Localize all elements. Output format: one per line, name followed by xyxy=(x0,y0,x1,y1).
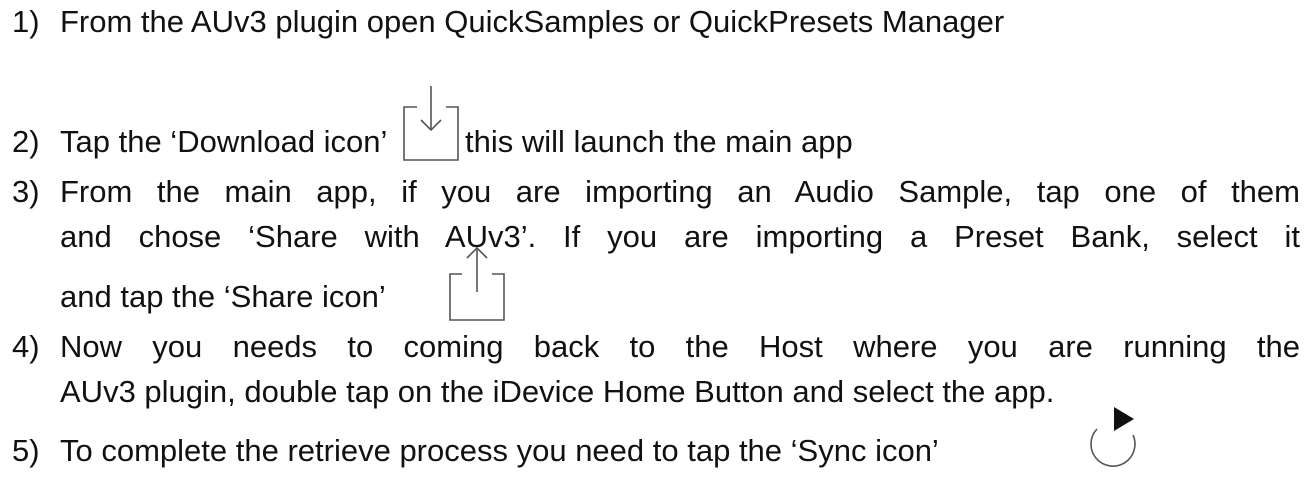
step-number: 4) xyxy=(12,329,40,364)
step-text-line-1: Now you needs to coming back to the Host… xyxy=(60,329,1300,364)
step-text-after-icon: this will launch the main app xyxy=(465,124,853,159)
download-icon xyxy=(403,86,459,161)
step-number: 1) xyxy=(12,4,40,39)
share-icon xyxy=(449,246,505,321)
step-text: To complete the retrieve process you nee… xyxy=(60,433,939,468)
step-text-line-3: and tap the ‘Share icon’ xyxy=(60,279,386,314)
sync-icon xyxy=(1090,407,1136,467)
step-number: 3) xyxy=(12,174,40,209)
step-text-line-2: AUv3 plugin, double tap on the iDevice H… xyxy=(60,374,1055,409)
step-text-line-1: From the main app, if you are importing … xyxy=(60,174,1300,209)
step-text: From the AUv3 plugin open QuickSamples o… xyxy=(60,4,1005,39)
instructions-page: { "steps": [ { "num": "1)", "text": "Fro… xyxy=(0,0,1310,477)
step-number: 5) xyxy=(12,433,40,468)
step-text-line-2: and chose ‘Share with AUv3’. If you are … xyxy=(60,219,1300,254)
step-number: 2) xyxy=(12,124,40,159)
step-text-before-icon: Tap the ‘Download icon’ xyxy=(60,124,388,159)
